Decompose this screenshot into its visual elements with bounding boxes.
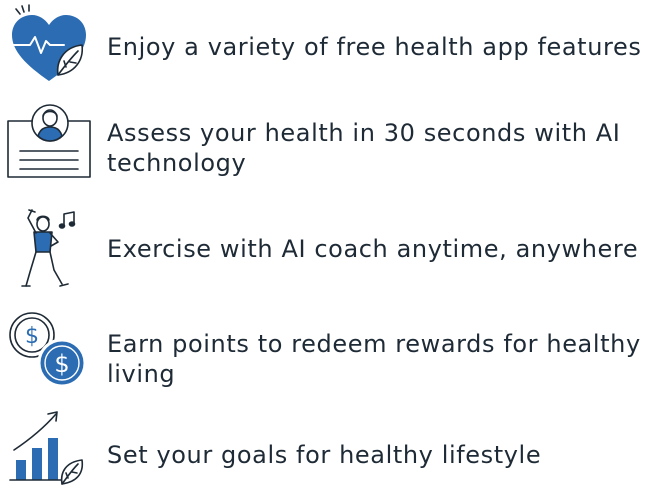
feature-text: Assess your health in 30 seconds with AI… [107, 119, 621, 177]
heart-health-icon [6, 3, 92, 89]
exercise-person-icon [6, 206, 92, 292]
reward-coins-icon: $ $ [6, 309, 92, 395]
feature-item-rewards: $ $ Earn points to redeem rewards for he… [0, 305, 659, 395]
feature-item-goals: Set your goals for healthy lifestyle [0, 405, 659, 485]
health-id-card-icon [6, 99, 92, 185]
feature-text: Set your goals for healthy lifestyle [107, 441, 542, 469]
feature-item-health-assessment: Assess your health in 30 seconds with AI… [0, 95, 659, 190]
svg-text:$: $ [54, 350, 69, 378]
svg-text:$: $ [25, 324, 39, 349]
growth-chart-icon [6, 402, 92, 488]
feature-item-free-features: Enjoy a variety of free health app featu… [0, 0, 659, 90]
feature-text: Enjoy a variety of free health app featu… [107, 33, 642, 61]
feature-item-ai-coach: Exercise with AI coach anytime, anywhere [0, 200, 659, 295]
feature-list: Enjoy a variety of free health app featu… [0, 0, 659, 485]
feature-text: Exercise with AI coach anytime, anywhere [107, 235, 639, 263]
feature-text: Earn points to redeem rewards for health… [107, 330, 641, 388]
